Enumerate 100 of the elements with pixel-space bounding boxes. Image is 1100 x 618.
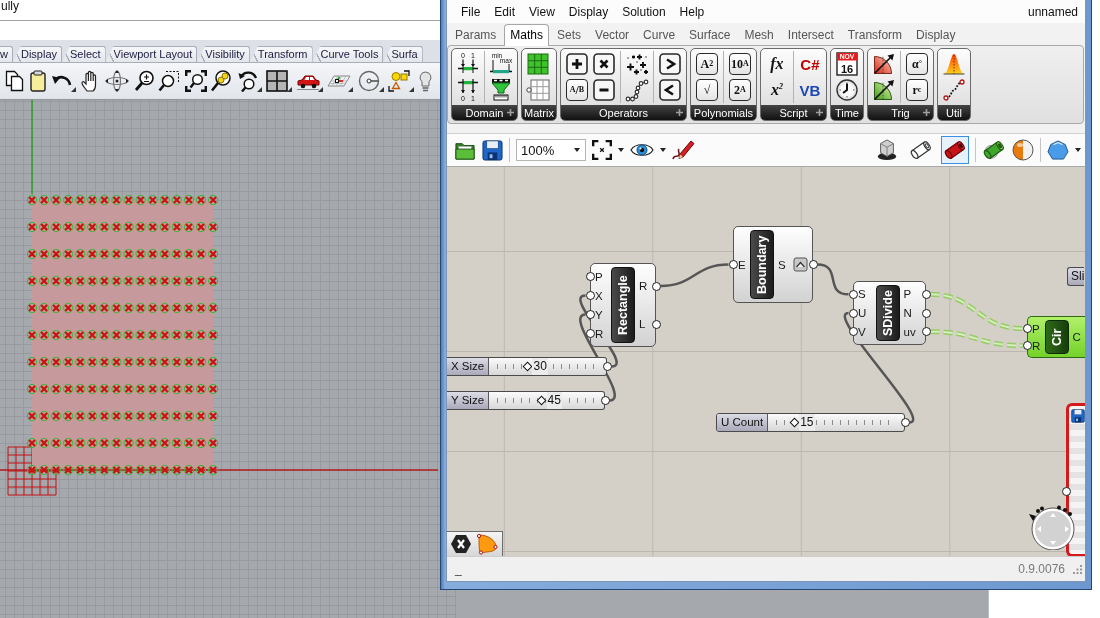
port-icon[interactable] — [651, 281, 661, 291]
ribbon-tab[interactable]: Transform — [841, 25, 909, 45]
zoom-extents-icon[interactable] — [592, 140, 612, 160]
save-icon[interactable] — [482, 139, 503, 161]
tool-button[interactable]: r$^{c}$ — [905, 79, 928, 101]
pencil-icon[interactable] — [672, 139, 696, 161]
number-slider[interactable]: U Count 15 — [716, 413, 905, 432]
plus-icon[interactable] — [815, 109, 823, 116]
tool-button[interactable]: √ — [695, 79, 718, 101]
ribbon-tab[interactable]: Surface — [683, 25, 737, 45]
orbit-icon[interactable] — [105, 70, 129, 92]
menu-item[interactable]: File — [454, 2, 488, 21]
copy-icon[interactable] — [5, 70, 25, 92]
plus-icon[interactable] — [565, 53, 588, 75]
ribbon-tab[interactable]: Display — [910, 25, 962, 45]
port-label: uv — [903, 325, 916, 338]
zoom-dropdown[interactable]: 100% — [516, 139, 586, 161]
bell-curve-icon[interactable] — [942, 53, 965, 75]
plus-icon[interactable] — [675, 109, 683, 116]
tool-button[interactable]: C# — [800, 56, 820, 72]
four-viewports-icon[interactable] — [266, 70, 292, 92]
ribbon-tab[interactable]: Curve — [637, 25, 682, 45]
slider-label: U Count — [717, 414, 769, 431]
light-bulb-icon[interactable] — [418, 70, 432, 92]
menu-item[interactable]: Help — [672, 2, 712, 21]
greater-than-icon[interactable] — [658, 53, 681, 75]
tool-button[interactable]: 2$^{A}$ — [728, 79, 751, 101]
caret-icon[interactable] — [618, 148, 624, 152]
table-grid-icon[interactable] — [526, 79, 550, 101]
funnel-icon[interactable] — [490, 78, 512, 102]
resize-grip-icon[interactable] — [1073, 564, 1082, 574]
tool-button[interactable]: x$^{2}$ — [770, 82, 783, 98]
ribbon-tab[interactable]: Transform — [249, 46, 313, 62]
tool-button[interactable]: fx — [770, 56, 784, 72]
ribbon-tab[interactable]: Intersect — [781, 25, 840, 45]
ribbon-tab[interactable]: Vector — [589, 25, 636, 45]
port-icon[interactable] — [808, 260, 818, 269]
menu-item[interactable]: Solution — [615, 2, 673, 21]
menu-item[interactable]: Edit — [487, 2, 523, 21]
grid-tile-icon[interactable] — [527, 53, 549, 75]
quarter-pie-arrow-icon[interactable] — [872, 79, 895, 101]
point-marker — [99, 248, 110, 260]
zoom-window-icon[interactable] — [158, 70, 180, 92]
tool-button[interactable]: 10$^{A}$ — [728, 53, 751, 75]
less-than-icon[interactable] — [658, 79, 681, 101]
plus-icon[interactable] — [507, 109, 514, 116]
ribbon-tab[interactable]: Visibility — [197, 46, 250, 62]
ribbon-tab[interactable]: Display — [12, 46, 63, 62]
port-icon[interactable] — [728, 260, 738, 269]
multiply-icon[interactable] — [592, 53, 615, 75]
menu-item[interactable]: Display — [561, 2, 616, 21]
minus-icon[interactable] — [592, 79, 615, 101]
quarter-pie-arrow-icon[interactable] — [872, 53, 895, 75]
shapes-icon[interactable] — [388, 70, 414, 92]
port-icon[interactable] — [651, 319, 661, 329]
menu-item[interactable]: View — [522, 2, 562, 21]
clipboard-icon[interactable] — [29, 70, 46, 92]
zoom-selected-icon[interactable] — [211, 70, 231, 92]
port-icon[interactable] — [1061, 486, 1071, 496]
dotted-chain-icon[interactable] — [624, 78, 649, 102]
point-marker — [123, 248, 134, 260]
number-slider[interactable]: X Size 30 — [447, 357, 607, 376]
hexagon-cross-icon[interactable] — [450, 534, 472, 554]
scattered-plus-icon[interactable] — [624, 52, 649, 76]
tool-button[interactable]: VB — [799, 82, 821, 98]
open-folder-icon[interactable] — [454, 140, 476, 160]
port-icon[interactable] — [600, 396, 610, 405]
circle-center-icon[interactable] — [357, 70, 384, 92]
port-icon[interactable] — [602, 362, 612, 371]
tool-button[interactable]: α$^{°}$ — [905, 53, 928, 75]
number-slider[interactable]: Y Size 45 — [447, 391, 605, 410]
zoom-in-icon[interactable] — [133, 70, 154, 92]
caret-icon[interactable] — [1075, 148, 1081, 152]
caret-icon[interactable] — [574, 148, 580, 152]
eye-icon[interactable] — [630, 142, 654, 158]
ribbon-tab[interactable]: Params — [449, 25, 503, 45]
ribbon-tab[interactable]: Select — [62, 46, 106, 62]
ribbon-tab[interactable]: Maths — [504, 24, 550, 46]
ribbon-tab[interactable]: w — [0, 46, 13, 62]
slider-thumb[interactable] — [536, 395, 547, 406]
ribbon-tab[interactable]: Sets — [551, 25, 588, 45]
ribbon-tab[interactable]: Viewport Layout — [105, 46, 198, 62]
tool-button[interactable]: A$^{2}$ — [695, 53, 718, 75]
polyhedron-icon[interactable] — [1047, 140, 1069, 160]
point-marker — [63, 302, 74, 314]
component-node[interactable]: E Boundary S — [733, 226, 813, 303]
clock-icon[interactable] — [835, 79, 858, 101]
dotted-curve-icon[interactable] — [942, 79, 965, 101]
ribbon-tab[interactable]: Mesh — [738, 25, 780, 45]
zoom-extents-icon[interactable] — [184, 70, 207, 92]
curve-shape-icon[interactable] — [476, 533, 498, 555]
ribbon-tab[interactable]: Curve Tools — [312, 46, 384, 62]
caret-icon[interactable] — [660, 148, 666, 152]
save-icon[interactable] — [1071, 409, 1085, 423]
navigation-wheel-icon[interactable] — [1029, 504, 1075, 550]
panel-node[interactable] — [1066, 403, 1085, 556]
sphere-icon[interactable] — [1012, 139, 1034, 161]
ribbon-tab[interactable]: Surfa — [383, 46, 423, 62]
port-icon[interactable] — [900, 418, 910, 427]
plus-icon[interactable] — [922, 109, 930, 116]
